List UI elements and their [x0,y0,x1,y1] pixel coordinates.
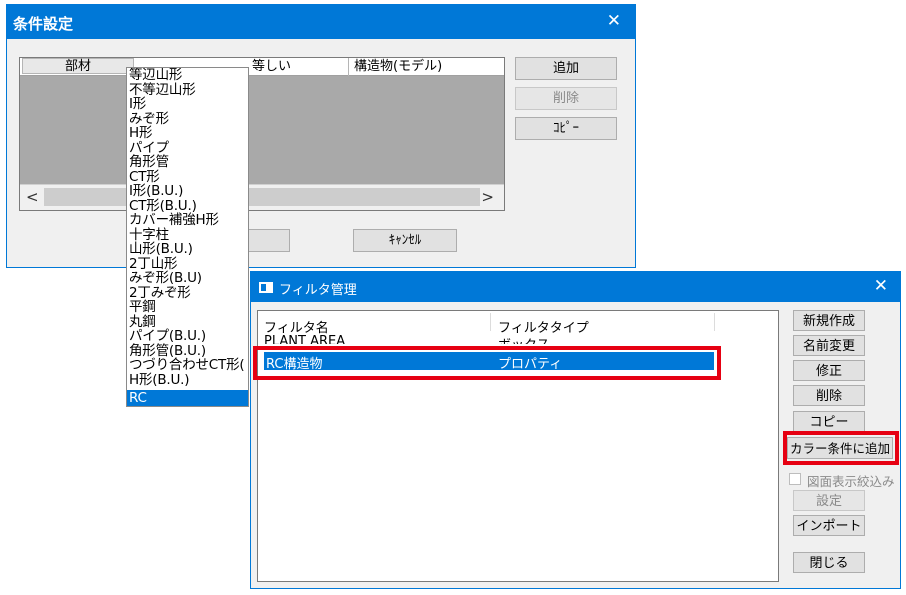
list-item[interactable]: 平鋼 [129,300,156,314]
grid-column-divider [348,58,349,76]
scroll-left-icon[interactable]: < [26,188,39,206]
list-item[interactable]: 等辺山形 [129,68,182,82]
copy-button[interactable]: ｺﾋﾟｰ [515,117,617,140]
list-item[interactable]: 2丁みぞ形 [129,286,191,300]
conditions-dialog-titlebar[interactable]: 条件設定 ✕ [7,5,635,39]
list-item[interactable]: I形(B.U.) [129,184,183,198]
filter-name-cell: PLANT AREA [264,334,346,344]
window-icon [259,282,273,293]
highlight-box-add-color [783,431,899,465]
list-item[interactable]: パイプ [129,141,169,155]
close-icon[interactable]: ✕ [607,11,621,31]
highlight-box-selected-row [253,346,721,380]
list-item[interactable]: 角形管 [129,155,169,169]
column-divider [714,313,715,331]
list-item[interactable]: つづり合わせCT形( [129,358,245,372]
column-divider [490,313,491,331]
delete-button[interactable]: 削除 [793,385,865,406]
list-item[interactable]: CT形(B.U.) [129,199,197,213]
filter-type-cell: ボックス [498,334,550,344]
list-item[interactable]: 十字柱 [129,228,169,242]
list-item-selected[interactable]: RC [127,390,248,406]
list-item[interactable]: みぞ形(B.U) [129,271,202,285]
list-item[interactable]: 山形(B.U.) [129,242,193,256]
list-item[interactable]: 角形管(B.U.) [129,344,206,358]
list-item[interactable]: 2丁山形 [129,257,177,271]
settings-button[interactable]: 設定 [793,490,865,511]
table-row[interactable]: PLANT AREA ボックス [258,331,778,344]
scrollbar-thumb[interactable] [44,188,480,206]
import-button[interactable]: インポート [793,515,865,536]
list-item[interactable]: 丸鋼 [129,315,156,329]
list-item[interactable]: H形(B.U.) [129,373,190,387]
grid-header-member[interactable]: 部材 [22,58,134,74]
delete-button[interactable]: 削除 [515,87,617,110]
add-button[interactable]: 追加 [515,57,617,80]
grid-header-equals[interactable]: 等しい [252,59,291,75]
drawing-filter-checkbox[interactable] [789,473,801,485]
list-item[interactable]: みぞ形 [129,112,169,126]
list-item[interactable]: I形 [129,97,146,111]
new-button[interactable]: 新規作成 [793,310,865,331]
list-item[interactable]: 不等辺山形 [129,83,196,97]
filter-manager-dialog: フィルタ管理 ✕ フィルタ名 フィルタタイプ PLANT AREA ボックス R… [250,271,901,589]
member-type-dropdown-list[interactable]: 等辺山形 不等辺山形 I形 みぞ形 H形 パイプ 角形管 CT形 I形(B.U.… [126,67,249,407]
cancel-button[interactable]: ｷｬﾝｾﾙ [353,229,457,252]
conditions-dialog: 条件設定 ✕ 部材 等しい 構造物(モデル) < > 追加 削除 ｺﾋﾟｰ ｷｬ… [6,4,636,268]
conditions-dialog-title: 条件設定 [13,15,74,33]
filter-manager-titlebar[interactable]: フィルタ管理 ✕ [251,272,900,302]
filter-manager-title: フィルタ管理 [279,283,357,298]
ok-button[interactable] [245,229,290,252]
scroll-right-icon[interactable]: > [481,188,494,206]
copy-button[interactable]: コピー [793,411,865,432]
horizontal-scrollbar[interactable]: < > [20,184,504,210]
modify-button[interactable]: 修正 [793,360,865,381]
list-item[interactable]: CT形 [129,170,160,184]
grid-header: 部材 等しい 構造物(モデル) [20,58,504,76]
close-button[interactable]: 閉じる [793,552,865,573]
close-icon[interactable]: ✕ [874,276,888,296]
conditions-grid[interactable]: 部材 等しい 構造物(モデル) < > [19,57,505,211]
drawing-filter-label: 図面表示絞込み [807,474,895,489]
list-item[interactable]: カバー補強H形 [129,213,219,227]
list-item[interactable]: パイプ(B.U.) [129,329,206,343]
rename-button[interactable]: 名前変更 [793,335,865,356]
list-item[interactable]: H形 [129,126,152,140]
grid-header-structure[interactable]: 構造物(モデル) [354,59,442,75]
